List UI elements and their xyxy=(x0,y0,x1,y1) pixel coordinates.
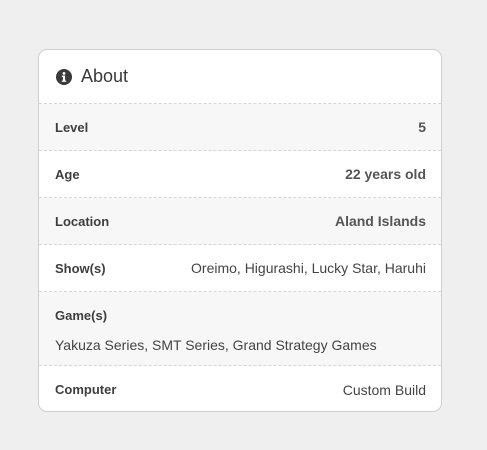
card-title: About xyxy=(81,66,129,86)
shows-label: Show(s) xyxy=(55,260,106,276)
row-level: Level 5 xyxy=(39,104,441,151)
computer-value: Custom Build xyxy=(342,381,426,398)
row-age: Age 22 years old xyxy=(39,151,441,198)
location-value: Aland Islands xyxy=(334,213,426,229)
level-label: Level xyxy=(55,119,89,135)
games-value: Yakuza Series, SMT Series, Grand Strateg… xyxy=(55,337,377,353)
shows-value: Oreimo, Higurashi, Lucky Star, Haruhi xyxy=(191,260,426,276)
computer-label: Computer xyxy=(55,382,117,397)
location-label: Location xyxy=(55,213,110,229)
row-computer: Computer Custom Build xyxy=(39,366,441,411)
row-location: Location Aland Islands xyxy=(39,198,441,245)
age-value: 22 years old xyxy=(345,166,426,182)
age-label: Age xyxy=(55,166,80,182)
level-value: 5 xyxy=(418,119,426,135)
card-header: About xyxy=(39,50,441,104)
about-card: About Level 5 Age 22 years old Location … xyxy=(38,49,442,412)
info-circle-icon xyxy=(56,68,72,85)
row-games: Game(s) Yakuza Series, SMT Series, Grand… xyxy=(39,292,441,366)
row-shows: Show(s) Oreimo, Higurashi, Lucky Star, H… xyxy=(39,245,441,292)
games-label: Game(s) xyxy=(55,308,108,323)
